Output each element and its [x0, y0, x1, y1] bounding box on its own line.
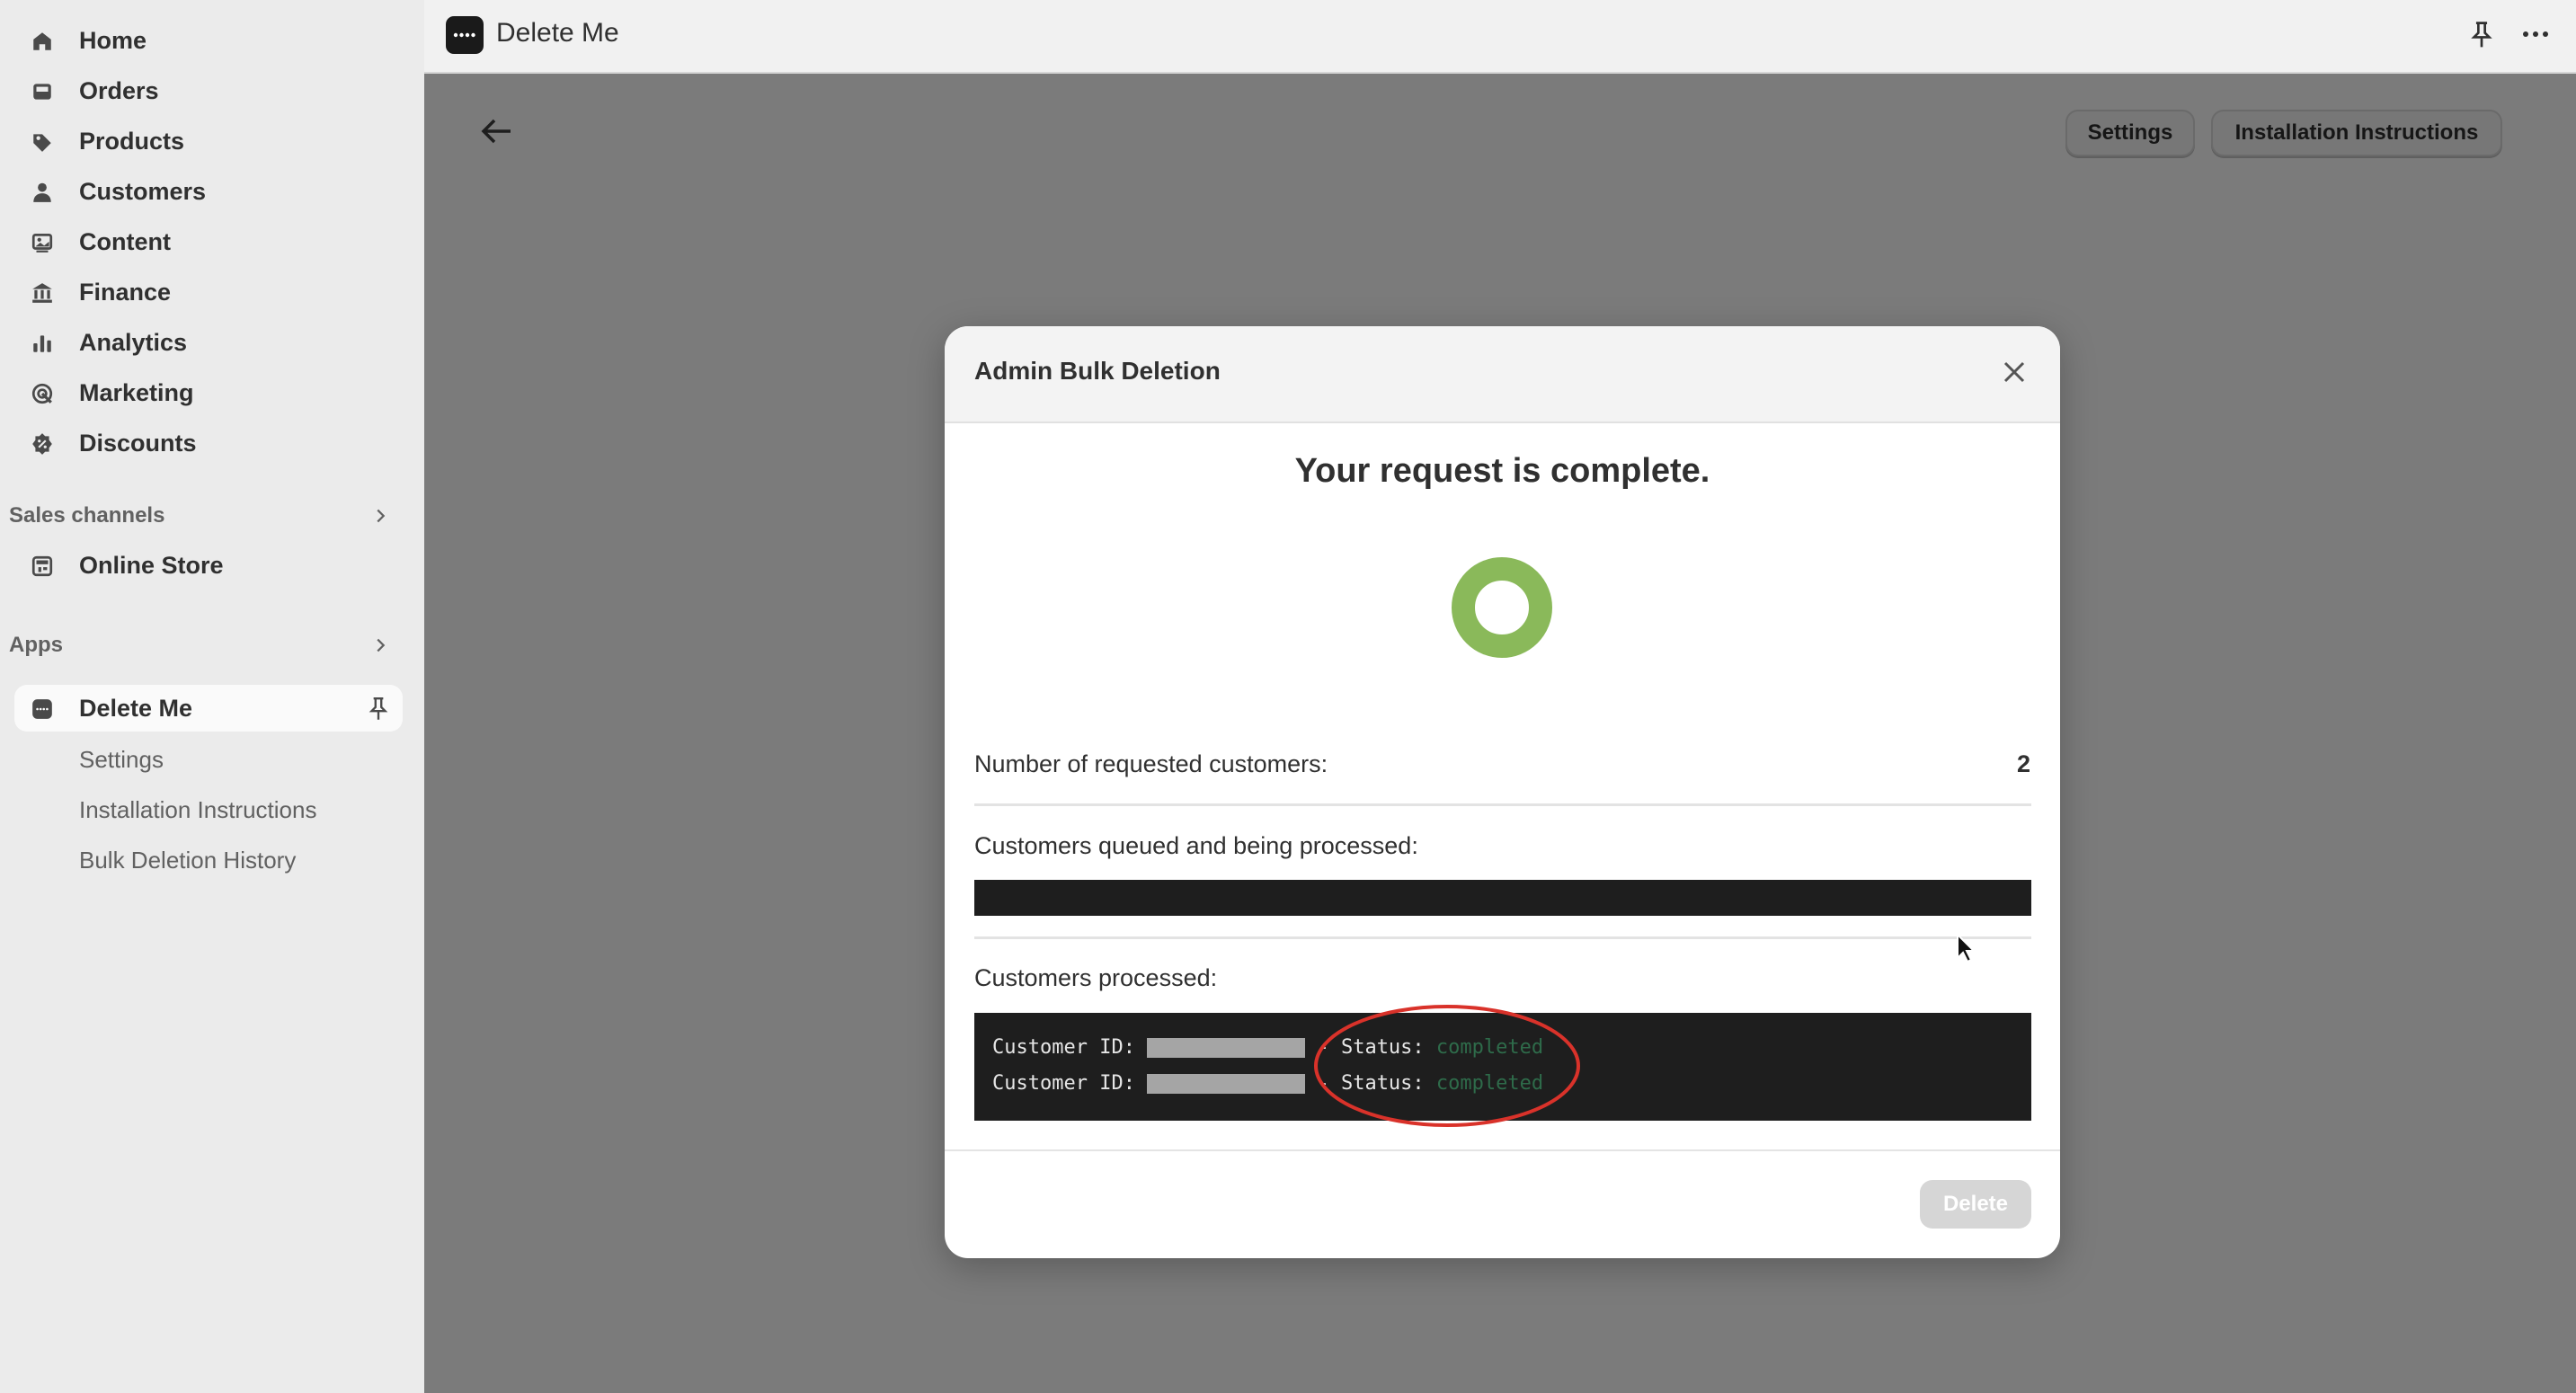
nav-discounts[interactable]: Discounts — [14, 420, 403, 466]
nav-products[interactable]: Products — [14, 118, 403, 164]
queued-customers-label: Customers queued and being processed: — [974, 832, 1418, 859]
progress-ring — [1452, 557, 1552, 658]
nav-label: Home — [79, 26, 147, 54]
redacted-customer-id — [1147, 1038, 1306, 1058]
more-options-icon[interactable] — [2520, 23, 2551, 45]
footer-divider — [945, 1149, 2060, 1151]
nav-label: Online Store — [79, 551, 224, 579]
pin-icon[interactable] — [367, 696, 390, 723]
processed-customers-label: Customers processed: — [974, 964, 1218, 991]
mouse-cursor-icon — [1957, 933, 1976, 963]
sidebar: Home Orders Products Customers Content F… — [0, 0, 424, 1393]
nav-analytics[interactable]: Analytics — [14, 319, 403, 366]
nav-online-store[interactable]: Online Store — [14, 542, 403, 589]
requested-customers-value: 2 — [2016, 750, 2030, 777]
completion-headline: Your request is complete. — [1294, 452, 1710, 490]
inbox-icon — [33, 84, 51, 100]
bar-chart-icon — [33, 335, 51, 352]
discount-icon — [32, 433, 52, 455]
annotation-ellipse — [1314, 1005, 1580, 1127]
store-icon — [31, 555, 53, 577]
app-icon — [453, 32, 475, 38]
back-arrow-icon[interactable] — [480, 117, 512, 146]
divider — [974, 803, 2031, 806]
nav-label: Finance — [79, 278, 172, 306]
modal-title: Admin Bulk Deletion — [974, 357, 1221, 385]
nav-label: Delete Me — [79, 694, 193, 722]
bank-icon — [32, 283, 52, 303]
delete-button[interactable]: Delete — [1920, 1180, 2031, 1229]
requested-customers-label: Number of requested customers: — [974, 750, 1328, 777]
section-label: Sales channels — [9, 503, 165, 528]
nav-label: Products — [79, 127, 185, 155]
nav-delete-me[interactable]: Delete Me — [14, 685, 403, 732]
installation-instructions-button[interactable]: Installation Instructions — [2211, 110, 2502, 156]
section-label: Apps — [9, 633, 63, 657]
apps-section[interactable]: Apps — [9, 627, 395, 663]
settings-button[interactable]: Settings — [2065, 110, 2195, 156]
customer-id-label: Customer ID: — [992, 1072, 1135, 1095]
target-icon — [31, 383, 53, 404]
image-icon — [31, 233, 53, 253]
nav-marketing[interactable]: Marketing — [14, 369, 403, 416]
nav-label: Marketing — [79, 378, 194, 406]
customer-id-label: Customer ID: — [992, 1036, 1135, 1059]
modal-header: Admin Bulk Deletion — [945, 326, 2060, 423]
top-bar: Delete Me — [424, 0, 2576, 74]
nav-label: Orders — [79, 76, 159, 104]
nav-customers[interactable]: Customers — [14, 168, 403, 215]
divider — [974, 936, 2031, 939]
nav-label: Discounts — [79, 429, 197, 457]
redacted-customer-id — [1147, 1074, 1306, 1094]
nav-label: Content — [79, 227, 171, 255]
nav-label: Customers — [79, 177, 207, 205]
nav-finance[interactable]: Finance — [14, 269, 403, 315]
pin-icon[interactable] — [2468, 20, 2495, 50]
app-logo — [446, 16, 484, 54]
tag-icon — [33, 134, 51, 152]
app-icon — [32, 699, 52, 719]
sub-installation-instructions[interactable]: Installation Instructions — [79, 796, 316, 824]
sales-channels-section[interactable]: Sales channels — [9, 498, 395, 534]
sub-bulk-deletion-history[interactable]: Bulk Deletion History — [79, 847, 296, 874]
home-icon — [33, 32, 51, 50]
nav-orders[interactable]: Orders — [14, 67, 403, 114]
close-icon[interactable] — [2001, 359, 2028, 386]
chevron-right-icon — [377, 509, 386, 523]
person-icon — [33, 182, 51, 202]
nav-content[interactable]: Content — [14, 218, 403, 265]
queued-output-panel — [974, 880, 2031, 916]
app-title: Delete Me — [496, 18, 619, 48]
chevron-right-icon — [377, 638, 386, 652]
nav-home[interactable]: Home — [14, 17, 403, 64]
nav-label: Analytics — [79, 328, 188, 356]
sub-settings[interactable]: Settings — [79, 746, 164, 774]
